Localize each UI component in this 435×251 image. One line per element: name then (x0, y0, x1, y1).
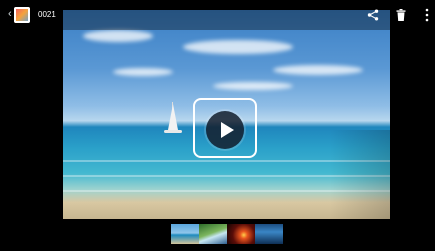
cloud (113, 68, 173, 76)
sailboat-hull (164, 130, 182, 133)
chevron-left-icon[interactable]: ‹ (8, 9, 12, 20)
cloud (273, 65, 363, 75)
gallery-screen: ‹ 0021 (0, 0, 435, 251)
cloud (183, 40, 293, 54)
thumbnail-beach[interactable] (171, 224, 199, 244)
filmstrip (171, 224, 283, 244)
gallery-app-icon[interactable] (14, 7, 30, 23)
share-icon[interactable] (367, 9, 379, 21)
cloud (213, 82, 293, 90)
cloud (83, 30, 153, 42)
play-button[interactable] (206, 111, 244, 149)
thumbnail-landscape[interactable] (199, 224, 227, 244)
sailboat-sail (168, 104, 178, 130)
overflow-menu-icon[interactable] (424, 8, 430, 22)
trash-icon[interactable] (396, 9, 406, 21)
play-icon (221, 122, 234, 138)
media-title: 0021 (38, 10, 56, 19)
thumbnail-sunset[interactable] (227, 224, 255, 244)
action-bar: ‹ 0021 (0, 0, 435, 30)
thumbnail-blue[interactable] (255, 224, 283, 244)
image-shadow (330, 130, 390, 219)
